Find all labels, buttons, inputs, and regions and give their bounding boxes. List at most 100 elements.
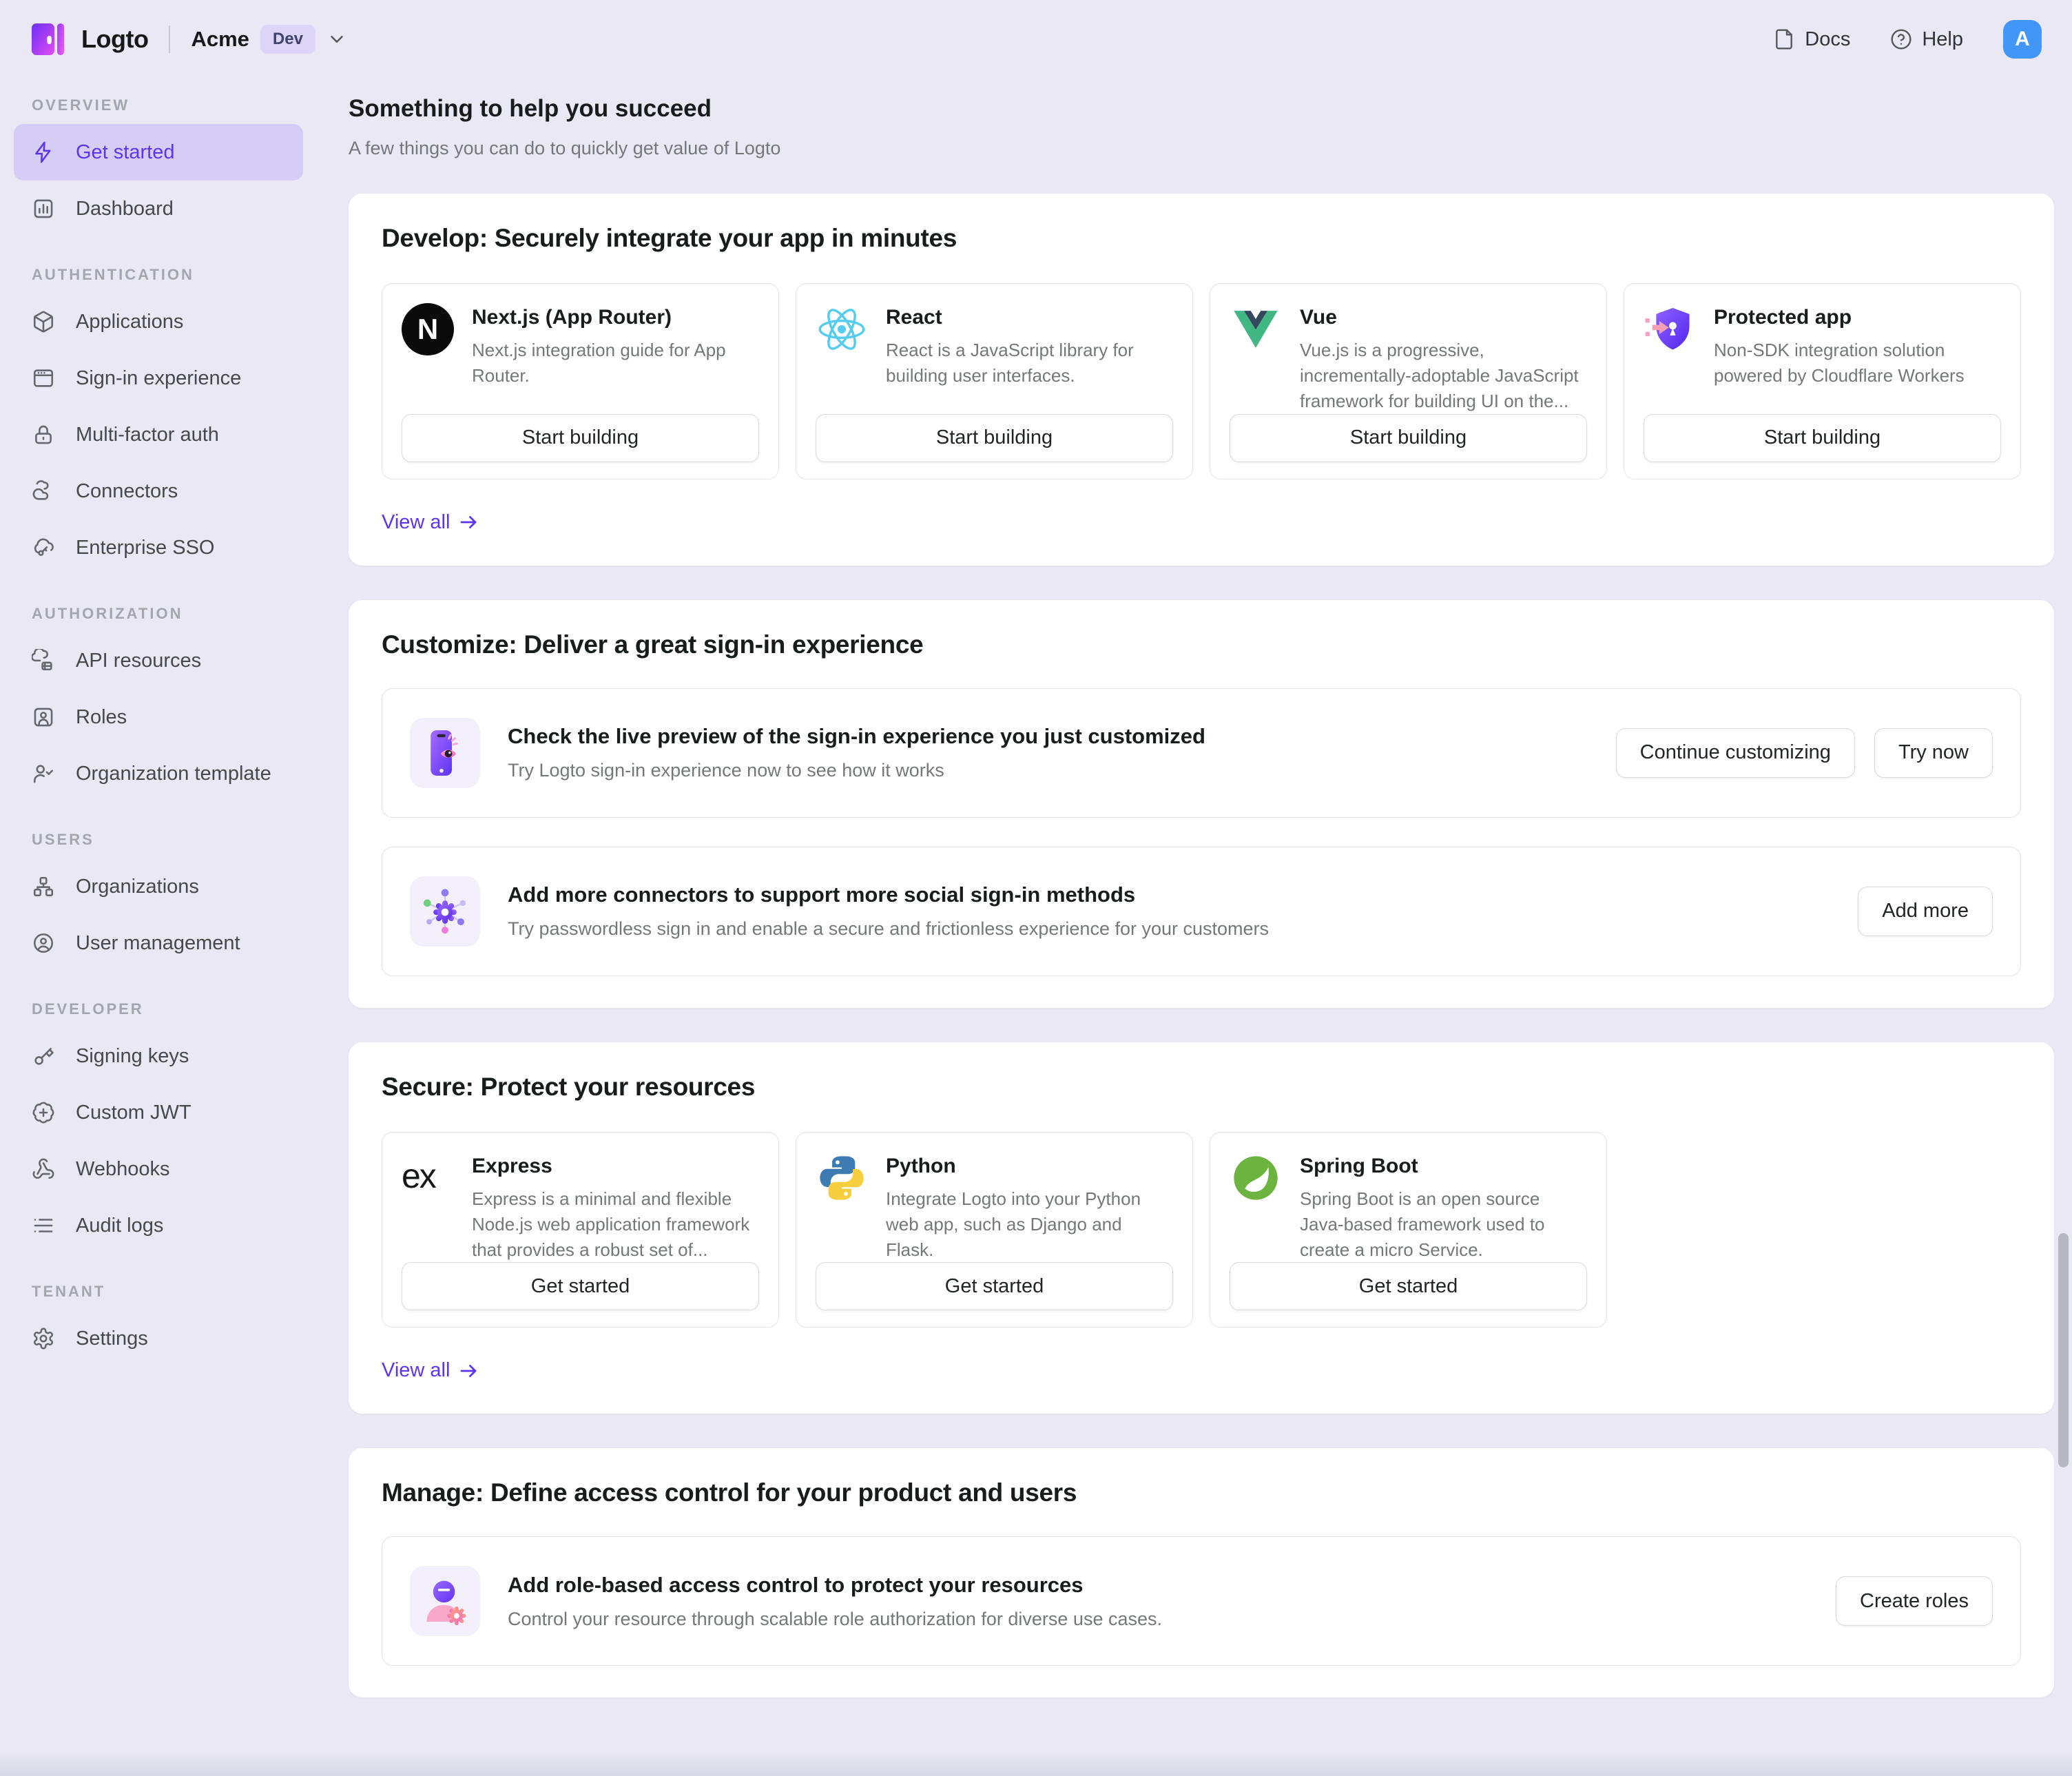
- framework-card-react: React React is a JavaScript library for …: [796, 283, 1193, 479]
- vertical-scrollbar[interactable]: [2058, 1233, 2069, 1467]
- rbac-row: Add role-based access control to protect…: [382, 1536, 2021, 1666]
- sidebar-item-signing-keys[interactable]: Signing keys: [14, 1028, 303, 1084]
- start-building-button[interactable]: Start building: [1230, 414, 1587, 462]
- sidebar-item-settings[interactable]: Settings: [14, 1310, 303, 1367]
- framework-title: Express: [472, 1155, 759, 1178]
- gear-icon: [32, 1327, 55, 1350]
- arrow-right-icon: [458, 1361, 479, 1381]
- help-label: Help: [1922, 28, 1963, 51]
- get-started-button[interactable]: Get started: [816, 1262, 1173, 1310]
- sidebar-item-multi-factor-auth[interactable]: Multi-factor auth: [14, 406, 303, 463]
- sidebar-section-tenant: TENANT: [32, 1283, 303, 1301]
- docs-label: Docs: [1805, 28, 1850, 51]
- sidebar-item-applications[interactable]: Applications: [14, 293, 303, 350]
- framework-card-vue: Vue Vue.js is a progressive, incremental…: [1210, 283, 1607, 479]
- main-content: Something to help you succeed A few thin…: [317, 79, 2072, 1776]
- nextjs-icon: N: [402, 303, 454, 355]
- user-check-icon: [32, 762, 55, 785]
- framework-card-python: Python Integrate Logto into your Python …: [796, 1132, 1193, 1328]
- try-now-button[interactable]: Try now: [1874, 728, 1993, 778]
- bar-chart-icon: [32, 197, 55, 220]
- docs-link[interactable]: Docs: [1773, 28, 1850, 51]
- framework-card-spring-boot: Spring Boot Spring Boot is an open sourc…: [1210, 1132, 1607, 1328]
- browser-window-icon: [32, 366, 55, 390]
- user-square-icon: [32, 705, 55, 729]
- framework-desc: Vue.js is a progressive, incrementally-a…: [1300, 338, 1587, 414]
- get-started-button[interactable]: Get started: [1230, 1262, 1587, 1310]
- header-divider: [169, 25, 170, 53]
- shield-arrow-icon: [1644, 303, 1696, 355]
- connector-hub-icon: [410, 876, 480, 947]
- clouds-icon: [32, 479, 55, 503]
- cloud-key-icon: [32, 536, 55, 559]
- sidebar-item-api-resources[interactable]: API resources: [14, 632, 303, 689]
- framework-desc: Integrate Logto into your Python web app…: [886, 1186, 1173, 1263]
- develop-section-title: Develop: Securely integrate your app in …: [382, 224, 2021, 253]
- manage-section-title: Manage: Define access control for your p…: [382, 1478, 2021, 1507]
- create-roles-button[interactable]: Create roles: [1836, 1576, 1993, 1626]
- framework-title: React: [886, 306, 1173, 329]
- add-connectors-row: Add more connectors to support more soci…: [382, 847, 2021, 976]
- express-icon: ex: [402, 1156, 454, 1196]
- sidebar-section-authentication: AUTHENTICATION: [32, 266, 303, 284]
- chevron-down-icon: [327, 29, 347, 50]
- sidebar-item-get-started[interactable]: Get started: [14, 124, 303, 180]
- start-building-button[interactable]: Start building: [402, 414, 759, 462]
- secure-view-all-link[interactable]: View all: [382, 1359, 479, 1382]
- document-icon: [1773, 28, 1795, 50]
- sidebar-section-users: USERS: [32, 831, 303, 849]
- spring-icon: [1230, 1152, 1282, 1204]
- question-circle-icon: [1890, 28, 1912, 50]
- env-badge: Dev: [260, 25, 315, 54]
- sidebar-item-sign-in-experience[interactable]: Sign-in experience: [14, 350, 303, 406]
- python-icon: [816, 1152, 868, 1204]
- tenant-switcher[interactable]: Acme Dev: [191, 25, 346, 54]
- framework-desc: React is a JavaScript library for buildi…: [886, 338, 1173, 389]
- framework-desc: Next.js integration guide for App Router…: [472, 338, 759, 389]
- sidebar-item-user-management[interactable]: User management: [14, 915, 303, 971]
- sidebar-item-enterprise-sso[interactable]: Enterprise SSO: [14, 519, 303, 576]
- sidebar-section-authorization: AUTHORIZATION: [32, 605, 303, 623]
- vue-icon: [1230, 303, 1282, 355]
- tenant-name: Acme: [191, 27, 249, 52]
- framework-card-protected-app: Protected app Non-SDK integration soluti…: [1624, 283, 2021, 479]
- customize-section-title: Customize: Deliver a great sign-in exper…: [382, 630, 2021, 659]
- framework-desc: Express is a minimal and flexible Node.j…: [472, 1186, 759, 1263]
- develop-section: Develop: Securely integrate your app in …: [349, 194, 2054, 566]
- sidebar-item-organizations[interactable]: Organizations: [14, 858, 303, 915]
- add-more-button[interactable]: Add more: [1858, 887, 1993, 936]
- start-building-button[interactable]: Start building: [1644, 414, 2001, 462]
- customize-section: Customize: Deliver a great sign-in exper…: [349, 600, 2054, 1008]
- develop-view-all-link[interactable]: View all: [382, 511, 479, 534]
- get-started-button[interactable]: Get started: [402, 1262, 759, 1310]
- top-header: Logto Acme Dev Docs Help A: [0, 0, 2072, 79]
- key-icon: [32, 1044, 55, 1068]
- sidebar-item-roles[interactable]: Roles: [14, 689, 303, 745]
- user-avatar[interactable]: A: [2003, 20, 2042, 59]
- continue-customizing-button[interactable]: Continue customizing: [1616, 728, 1855, 778]
- framework-title: Protected app: [1714, 306, 2001, 329]
- live-preview-desc: Try Logto sign-in experience now to see …: [508, 760, 1588, 781]
- secure-section: Secure: Protect your resources ex Expres…: [349, 1042, 2054, 1414]
- framework-card-nextjs: N Next.js (App Router) Next.js integrati…: [382, 283, 779, 479]
- sidebar-item-organization-template[interactable]: Organization template: [14, 745, 303, 802]
- page-subtitle: A few things you can do to quickly get v…: [349, 138, 2054, 159]
- sidebar-item-dashboard[interactable]: Dashboard: [14, 180, 303, 237]
- cloud-database-icon: [32, 649, 55, 672]
- framework-card-express: ex Express Express is a minimal and flex…: [382, 1132, 779, 1328]
- lock-icon: [32, 423, 55, 446]
- react-icon: [816, 303, 868, 355]
- framework-title: Next.js (App Router): [472, 306, 759, 329]
- rbac-icon: [410, 1566, 480, 1636]
- help-link[interactable]: Help: [1890, 28, 1963, 51]
- add-connectors-title: Add more connectors to support more soci…: [508, 882, 1830, 907]
- start-building-button[interactable]: Start building: [816, 414, 1173, 462]
- sidebar-item-custom-jwt[interactable]: Custom JWT: [14, 1084, 303, 1141]
- sidebar-item-audit-logs[interactable]: Audit logs: [14, 1197, 303, 1254]
- sidebar-item-connectors[interactable]: Connectors: [14, 463, 303, 519]
- sidebar-item-webhooks[interactable]: Webhooks: [14, 1141, 303, 1197]
- framework-title: Spring Boot: [1300, 1155, 1587, 1178]
- sidebar-nav: OVERVIEW Get started Dashboard AUTHENTIC…: [0, 79, 317, 1776]
- manage-section: Manage: Define access control for your p…: [349, 1448, 2054, 1697]
- logto-brand: Logto: [30, 21, 148, 58]
